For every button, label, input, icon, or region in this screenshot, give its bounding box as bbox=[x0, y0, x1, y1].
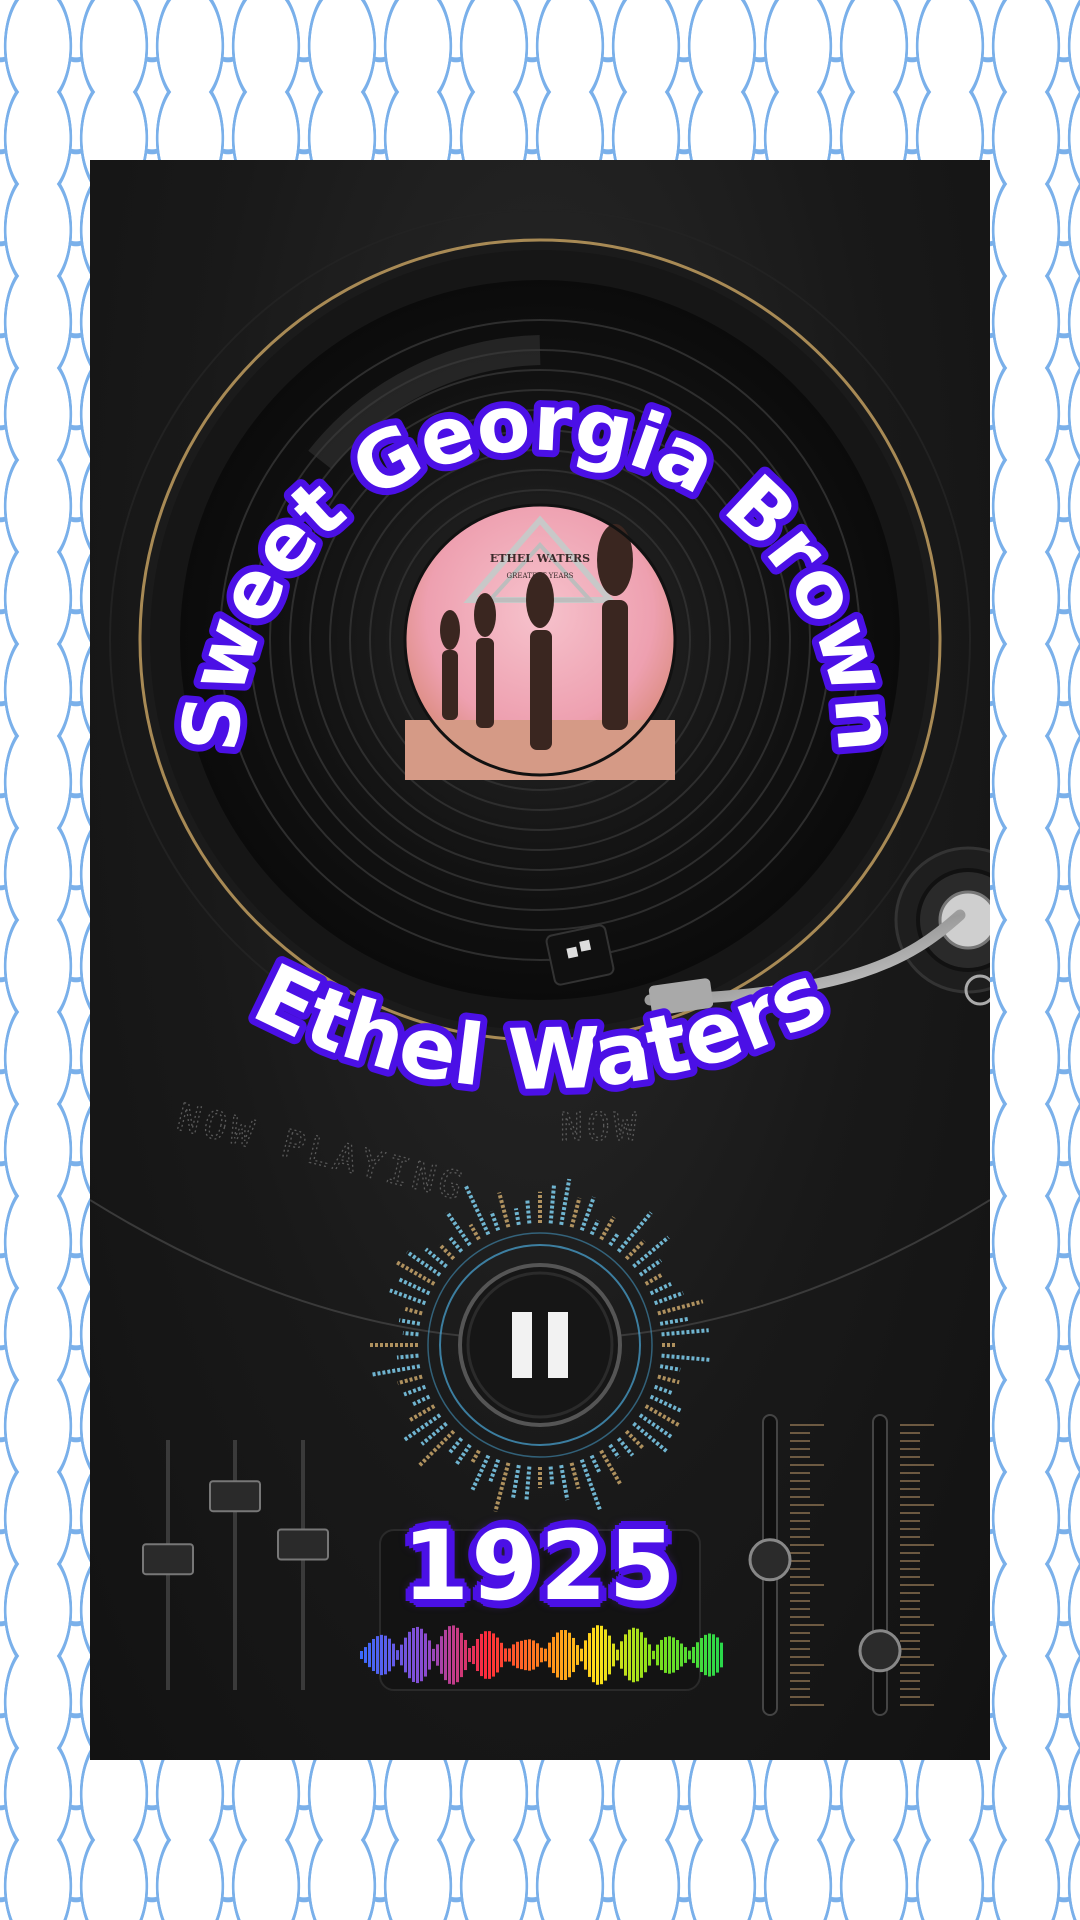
album-art-label: ETHEL WATERS GREATEST YEARS bbox=[403, 503, 677, 780]
play-pause-button[interactable] bbox=[458, 1263, 622, 1427]
track-year: 1925 bbox=[402, 1510, 678, 1622]
album-label-subtitle: GREATEST YEARS bbox=[507, 572, 574, 580]
now-backdrop-text: NOW bbox=[560, 1105, 641, 1149]
now-playing-backdrop-text: NOW PLAYING bbox=[173, 1095, 471, 1209]
slider-knob-2[interactable] bbox=[858, 1629, 902, 1673]
album-label-artist: ETHEL WATERS bbox=[490, 552, 590, 565]
fader-knob-2[interactable] bbox=[209, 1480, 261, 1513]
fader-knob-1[interactable] bbox=[142, 1543, 194, 1576]
